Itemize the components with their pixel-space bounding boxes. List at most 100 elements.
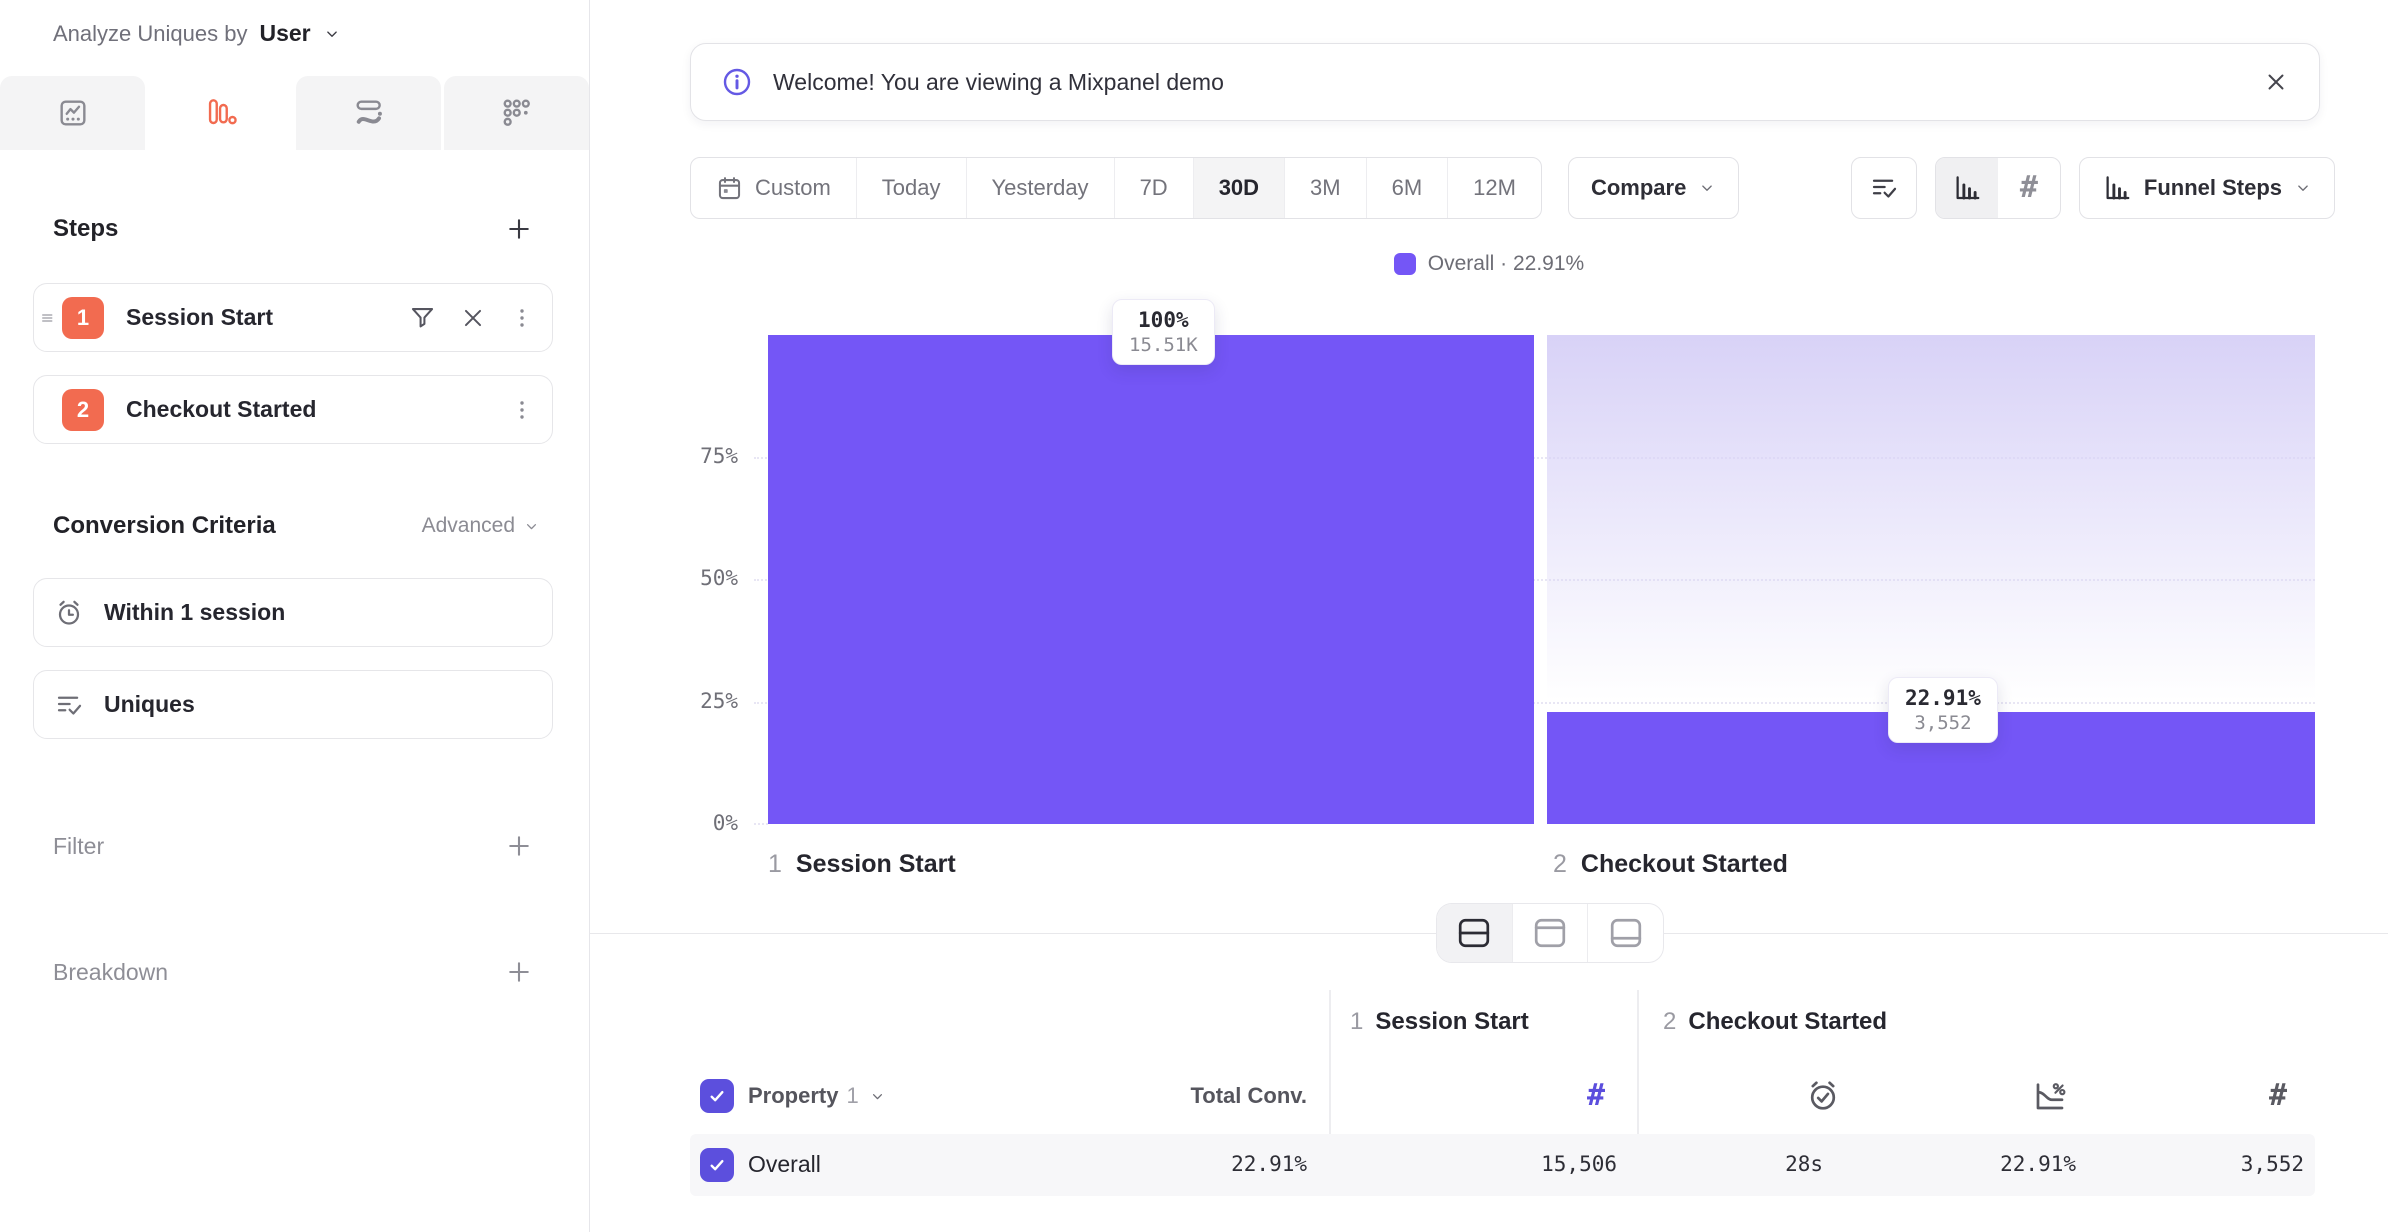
tab-retention[interactable]	[444, 76, 589, 150]
top-panel-icon	[1532, 915, 1568, 951]
clock-check-icon	[1805, 1078, 1841, 1114]
tooltip-percent: 22.91%	[1905, 686, 1981, 710]
entered-count-column-header[interactable]: #	[1576, 1076, 1616, 1116]
group-number: 1	[1350, 1008, 1363, 1036]
tab-flows[interactable]	[296, 76, 441, 150]
counting-method-label: Uniques	[104, 691, 195, 718]
legend-text: Overall · 22.91%	[1428, 252, 1584, 276]
range-custom[interactable]: Custom	[691, 158, 856, 218]
counting-toggle-button[interactable]	[1851, 157, 1917, 219]
total-conv-label: Total Conv.	[1190, 1083, 1307, 1109]
funnel-steps-dropdown[interactable]: Funnel Steps	[2079, 157, 2335, 219]
hash-icon: #	[2020, 173, 2038, 203]
compare-button[interactable]: Compare	[1568, 157, 1739, 219]
y-axis-tick: 0%	[656, 811, 738, 835]
alarm-clock-icon	[54, 598, 84, 628]
checkbox-icon[interactable]	[700, 1079, 734, 1113]
list-check-icon	[1869, 173, 1899, 203]
step-card-2[interactable]: 2 Checkout Started	[33, 375, 553, 444]
add-filter-button[interactable]	[505, 832, 533, 860]
table-group-header-1: 1 Session Start	[1350, 1008, 1529, 1036]
conversion-window-card[interactable]: Within 1 session	[33, 578, 553, 647]
date-controls: Custom Today Yesterday 7D 30D 3M 6M 12M …	[690, 157, 1739, 219]
range-label: Custom	[755, 175, 831, 201]
property-index: 1	[846, 1083, 858, 1109]
step-number-badge: 1	[62, 297, 104, 339]
drag-handle-icon[interactable]	[39, 309, 61, 327]
funnel-percent-icon	[2032, 1078, 2068, 1114]
range-label: Yesterday	[992, 175, 1089, 201]
step-card-1[interactable]: 1 Session Start	[33, 283, 553, 352]
group-label: Session Start	[1375, 1008, 1528, 1036]
retention-icon	[501, 97, 533, 129]
chart-only-toggle[interactable]	[1512, 904, 1588, 962]
advanced-label: Advanced	[422, 514, 515, 538]
row-name: Overall	[748, 1151, 821, 1178]
table-only-toggle[interactable]	[1587, 904, 1663, 962]
hash-icon: #	[1587, 1081, 1605, 1111]
funnels-icon	[205, 97, 237, 129]
conversion-rate-column-header[interactable]	[2032, 1076, 2068, 1116]
filter-icon[interactable]	[409, 304, 436, 331]
range-3m[interactable]: 3M	[1284, 158, 1366, 218]
kebab-menu-icon[interactable]	[510, 306, 534, 330]
bar-value-tooltip: 100% 15.51K	[1112, 299, 1215, 365]
filter-section: Filter	[53, 832, 533, 860]
tooltip-percent: 100%	[1138, 308, 1189, 332]
range-7d[interactable]: 7D	[1114, 158, 1193, 218]
conversion-criteria-title: Conversion Criteria	[53, 512, 276, 540]
range-yesterday[interactable]: Yesterday	[966, 158, 1114, 218]
tab-insights[interactable]	[0, 76, 145, 150]
analyze-by-control: Analyze Uniques by User	[53, 20, 341, 47]
kebab-menu-icon[interactable]	[510, 398, 534, 422]
counting-method-card[interactable]: Uniques	[33, 670, 553, 739]
add-breakdown-button[interactable]	[505, 958, 533, 986]
total-conv-header[interactable]: Total Conv.	[1130, 1076, 1307, 1116]
bar-chart-toggle[interactable]	[1936, 158, 1998, 218]
converted-count-column-header[interactable]: #	[2258, 1076, 2298, 1116]
insights-icon	[57, 97, 89, 129]
chevron-down-icon	[869, 1088, 886, 1105]
range-12m[interactable]: 12M	[1447, 158, 1541, 218]
row-conv-rate: 22.91%	[1926, 1152, 2076, 1176]
range-today[interactable]: Today	[856, 158, 966, 218]
row-avg-time: 28s	[1703, 1152, 1823, 1176]
calendar-icon	[716, 175, 743, 202]
chevron-down-icon	[1698, 179, 1716, 197]
range-label: 30D	[1219, 175, 1259, 201]
group-label: Checkout Started	[1688, 1008, 1887, 1036]
range-label: 3M	[1310, 175, 1341, 201]
number-toggle[interactable]: #	[1998, 158, 2060, 218]
row-converted-count: 3,552	[2154, 1152, 2304, 1176]
property-dropdown[interactable]: Property 1	[748, 1076, 886, 1116]
bottom-panel-icon	[1608, 915, 1644, 951]
compare-label: Compare	[1591, 175, 1686, 201]
steps-section-header: Steps	[53, 215, 533, 243]
property-label: Property	[748, 1083, 838, 1109]
add-step-button[interactable]	[505, 215, 533, 243]
tab-funnels[interactable]	[148, 76, 293, 150]
funnel-chart: 75% 50% 25% 0% 100% 15.51K 22.91% 3,552	[768, 335, 2315, 824]
funnel-column-checkout-started	[1547, 335, 2315, 824]
tooltip-count: 15.51K	[1129, 334, 1198, 356]
close-icon[interactable]	[2263, 69, 2289, 95]
step-number: 1	[768, 850, 782, 879]
breakdown-title: Breakdown	[53, 959, 168, 986]
remove-step-icon[interactable]	[460, 305, 486, 331]
main-content: Welcome! You are viewing a Mixpanel demo…	[590, 0, 2388, 1232]
split-view-toggle[interactable]	[1437, 904, 1512, 962]
range-30d[interactable]: 30D	[1193, 158, 1284, 218]
row-checkbox[interactable]	[700, 1148, 734, 1182]
sidebar: Analyze Uniques by User Steps	[0, 0, 590, 1232]
advanced-dropdown[interactable]: Advanced	[422, 514, 540, 538]
y-axis-tick: 25%	[656, 689, 738, 713]
avg-time-column-header[interactable]	[1805, 1076, 1841, 1116]
analyze-by-value[interactable]: User	[259, 20, 310, 47]
select-all-checkbox[interactable]	[700, 1076, 734, 1116]
step-label: Checkout Started	[126, 396, 510, 423]
funnel-bar-session-start[interactable]	[768, 335, 1534, 824]
range-label: Today	[882, 175, 941, 201]
range-label: 6M	[1392, 175, 1423, 201]
chevron-down-icon[interactable]	[323, 25, 341, 43]
range-6m[interactable]: 6M	[1366, 158, 1448, 218]
